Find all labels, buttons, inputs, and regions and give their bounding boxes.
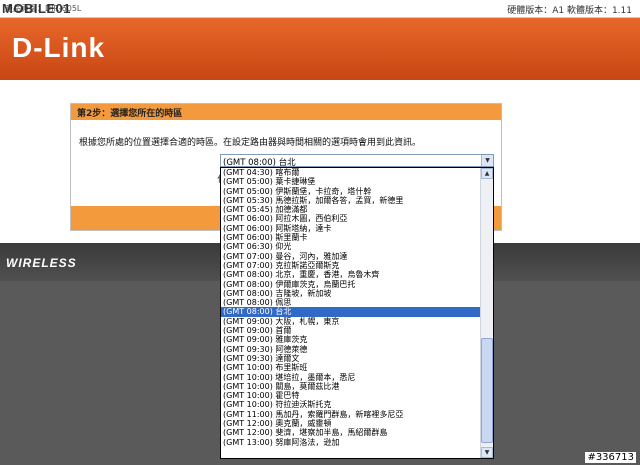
timezone-option[interactable]: (GMT 04:30) 喀布爾 bbox=[221, 168, 480, 177]
timezone-option[interactable]: (GMT 08:00) 北京，重慶，香港，烏魯木齊 bbox=[221, 270, 480, 279]
timezone-options: (GMT 04:30) 喀布爾 (GMT 05:00) 葉卡捷琳堡 (GMT 05:… bbox=[221, 168, 480, 447]
firmware-version: 硬體版本：A1 軟體版本：1.11 bbox=[507, 6, 632, 16]
timezone-option[interactable]: (GMT 08:00) 吉隆坡，新加坡 bbox=[221, 289, 480, 298]
timezone-option[interactable]: (GMT 07:00) 曼谷，河內，雅加達 bbox=[221, 252, 480, 261]
timezone-option[interactable]: (GMT 10:00) 符拉迪沃斯托克 bbox=[221, 400, 480, 409]
dropdown-scrollbar[interactable]: ▲ ▼ bbox=[480, 168, 493, 458]
timezone-option[interactable]: (GMT 09:00) 大阪，札幌，東京 bbox=[221, 317, 480, 326]
timezone-option[interactable]: (GMT 05:00) 葉卡捷琳堡 bbox=[221, 177, 480, 186]
timezone-option[interactable]: (GMT 08:00) 台北 bbox=[221, 307, 480, 317]
timezone-option[interactable]: (GMT 07:00) 克拉斯諾亞爾斯克 bbox=[221, 261, 480, 270]
wizard-description: 根據您所處的位置選擇合適的時區。在設定路由器與時間相關的選項時會用到此資訊。 bbox=[79, 138, 422, 148]
timezone-option[interactable]: (GMT 06:30) 仰光 bbox=[221, 242, 480, 251]
timezone-option[interactable]: (GMT 05:45) 加德滿都 bbox=[221, 205, 480, 214]
timezone-option[interactable]: (GMT 09:00) 首爾 bbox=[221, 326, 480, 335]
timezone-option[interactable]: (GMT 06:00) 斯里蘭卡 bbox=[221, 233, 480, 242]
timezone-select[interactable]: (GMT 08:00) 台北 ▼ bbox=[220, 154, 494, 168]
timezone-option[interactable]: (GMT 09:00) 雅庫茨克 bbox=[221, 335, 480, 344]
wizard-step-title: 第2步：選擇您所在的時區 bbox=[71, 104, 501, 120]
timezone-option[interactable]: (GMT 06:00) 阿拉木圖，西伯利亞 bbox=[221, 214, 480, 223]
image-id-label: #336713 bbox=[585, 452, 636, 463]
timezone-option[interactable]: (GMT 12:00) 斐濟，堪察加半島，馬紹爾群島 bbox=[221, 428, 480, 437]
timezone-option[interactable]: (GMT 10:00) 堪培拉，墨爾本，悉尼 bbox=[221, 373, 480, 382]
timezone-option[interactable]: (GMT 10:00) 布里斯班 bbox=[221, 363, 480, 372]
wireless-label: WIRELESS bbox=[6, 256, 77, 270]
scrollbar-thumb[interactable] bbox=[481, 338, 493, 443]
timezone-option[interactable]: (GMT 09:30) 阿德萊德 bbox=[221, 345, 480, 354]
dlink-logo: D-Link bbox=[12, 32, 106, 63]
timezone-option[interactable]: (GMT 12:00) 奧克蘭，威靈頓 bbox=[221, 419, 480, 428]
timezone-option[interactable]: (GMT 11:00) 馬加丹，索羅門群島，新喀裡多尼亞 bbox=[221, 410, 480, 419]
scroll-up-icon[interactable]: ▲ bbox=[481, 168, 493, 179]
dlink-header: D-Link bbox=[0, 18, 640, 80]
timezone-option[interactable]: (GMT 10:00) 關島，莫爾茲比港 bbox=[221, 382, 480, 391]
watermark-logo: MOBILE01 bbox=[2, 1, 72, 16]
timezone-option[interactable]: (GMT 06:00) 阿斯塔納，達卡 bbox=[221, 224, 480, 233]
timezone-option[interactable]: (GMT 10:00) 霍巴特 bbox=[221, 391, 480, 400]
timezone-option[interactable]: (GMT 05:30) 馬德拉斯，加爾各答，孟買，新德里 bbox=[221, 196, 480, 205]
timezone-option[interactable]: (GMT 08:00) 伊爾庫茨克，烏蘭巴托 bbox=[221, 280, 480, 289]
timezone-option[interactable]: (GMT 05:00) 伊斯蘭堡，卡拉奇，塔什幹 bbox=[221, 187, 480, 196]
top-info-bar: 產品頁面：DIR-605L MOBILE01 硬體版本：A1 軟體版本：1.11 bbox=[0, 0, 640, 18]
timezone-option[interactable]: (GMT 09:30) 達爾文 bbox=[221, 354, 480, 363]
timezone-option[interactable]: (GMT 13:00) 努庫阿洛法，逊加 bbox=[221, 438, 480, 447]
timezone-option[interactable]: (GMT 08:00) 佩思 bbox=[221, 298, 480, 307]
chevron-down-icon[interactable]: ▼ bbox=[481, 155, 493, 166]
timezone-dropdown-list[interactable]: (GMT 04:30) 喀布爾 (GMT 05:00) 葉卡捷琳堡 (GMT 05:… bbox=[220, 167, 494, 459]
scroll-down-icon[interactable]: ▼ bbox=[481, 447, 493, 458]
